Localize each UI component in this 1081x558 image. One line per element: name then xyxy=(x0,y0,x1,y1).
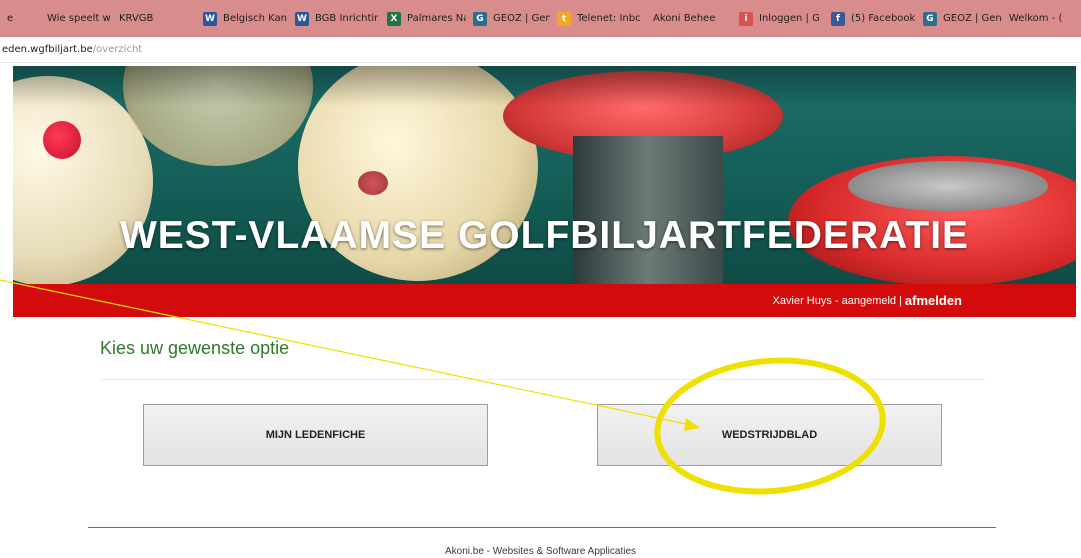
bookmark-item[interactable]: Akoni Behee xyxy=(646,0,732,37)
right-gutter xyxy=(1076,63,1081,317)
bookmark-label: BGB Inrichtir xyxy=(315,13,379,24)
bookmark-label: GEOZ | Gent xyxy=(493,13,550,24)
bookmark-item[interactable]: t Telenet: Inbc xyxy=(550,0,646,37)
divider xyxy=(100,379,985,380)
banner: WEST-VLAAMSE GOLFBILJARTFEDERATIE xyxy=(13,66,1076,284)
login-icon: i xyxy=(739,11,753,26)
bookmark-label: KRVGB xyxy=(119,13,154,24)
bookmark-label: (5) Facebook xyxy=(851,13,916,24)
logout-link[interactable]: afmelden xyxy=(905,293,962,308)
ball-red-spot-center xyxy=(358,171,388,195)
bookmarks-bar: e Wie speelt w KRVGB W Belgisch Kan W BGB Inri… xyxy=(0,0,1081,38)
user-status: Xavier Huys - aangemeld xyxy=(772,294,897,307)
bookmark-label: GEOZ | Gent xyxy=(943,13,1002,24)
bookmark-item[interactable]: G GEOZ | Gent xyxy=(916,0,1002,37)
address-host: eden.wgfbiljart.be xyxy=(2,44,93,55)
geoz-icon: G xyxy=(923,11,937,26)
address-bar[interactable]: eden.wgfbiljart.be/overzicht xyxy=(0,37,1081,63)
footer-divider xyxy=(88,527,996,528)
bookmark-item[interactable]: W BGB Inrichtir xyxy=(288,0,380,37)
banner-title: WEST-VLAAMSE GOLFBILJARTFEDERATIE xyxy=(119,214,970,257)
bookmark-item[interactable]: e xyxy=(0,0,40,37)
facebook-icon: f xyxy=(831,11,845,26)
bookmark-label: e xyxy=(7,13,14,24)
page: WEST-VLAAMSE GOLFBILJARTFEDERATIE Xavier… xyxy=(0,63,1081,558)
left-gutter xyxy=(0,63,13,317)
excel-icon: X xyxy=(387,11,401,26)
address-path: /overzicht xyxy=(92,44,143,55)
bookmark-label: Inloggen | G xyxy=(759,13,820,24)
bookmark-item[interactable]: G GEOZ | Gent xyxy=(466,0,550,37)
bookmark-label: Belgisch Kan xyxy=(223,13,287,24)
user-bar: Xavier Huys - aangemeld | afmelden xyxy=(13,284,1076,317)
bookmark-label: Telenet: Inbc xyxy=(577,13,641,24)
bookmark-item[interactable]: Wie speelt w xyxy=(40,0,112,37)
telenet-icon: t xyxy=(557,11,571,26)
geoz-icon: G xyxy=(473,11,487,26)
footer-text: Akoni.be - Websites & Software Applicati… xyxy=(444,546,637,557)
banner-shadow xyxy=(13,66,1076,106)
bookmark-item[interactable]: X Palmares Na xyxy=(380,0,466,37)
bookmark-label: Palmares Na xyxy=(407,13,466,24)
bookmark-item[interactable]: Welkom - ( xyxy=(1002,0,1062,37)
bookmark-item[interactable]: i Inloggen | G xyxy=(732,0,824,37)
ball-red-spot xyxy=(43,121,81,159)
bookmark-item[interactable]: W Belgisch Kan xyxy=(196,0,288,37)
bookmark-item[interactable]: f (5) Facebook xyxy=(824,0,916,37)
mijn-ledenfiche-button[interactable]: MIJN LEDENFICHE xyxy=(143,404,488,466)
bookmark-label: Wie speelt w xyxy=(47,13,111,24)
word-icon: W xyxy=(203,11,217,26)
wedstrijdblad-button[interactable]: WEDSTRIJDBLAD xyxy=(597,404,942,466)
bookmark-label: Welkom - ( xyxy=(1009,13,1062,24)
bookmark-label: Akoni Behee xyxy=(653,13,716,24)
bookmark-item[interactable]: KRVGB xyxy=(112,0,196,37)
stopper-metal-cap xyxy=(848,161,1048,211)
page-heading: Kies uw gewenste optie xyxy=(100,338,290,358)
user-separator: | xyxy=(899,294,902,307)
stopper-stem xyxy=(573,136,723,284)
word-icon: W xyxy=(295,11,309,26)
